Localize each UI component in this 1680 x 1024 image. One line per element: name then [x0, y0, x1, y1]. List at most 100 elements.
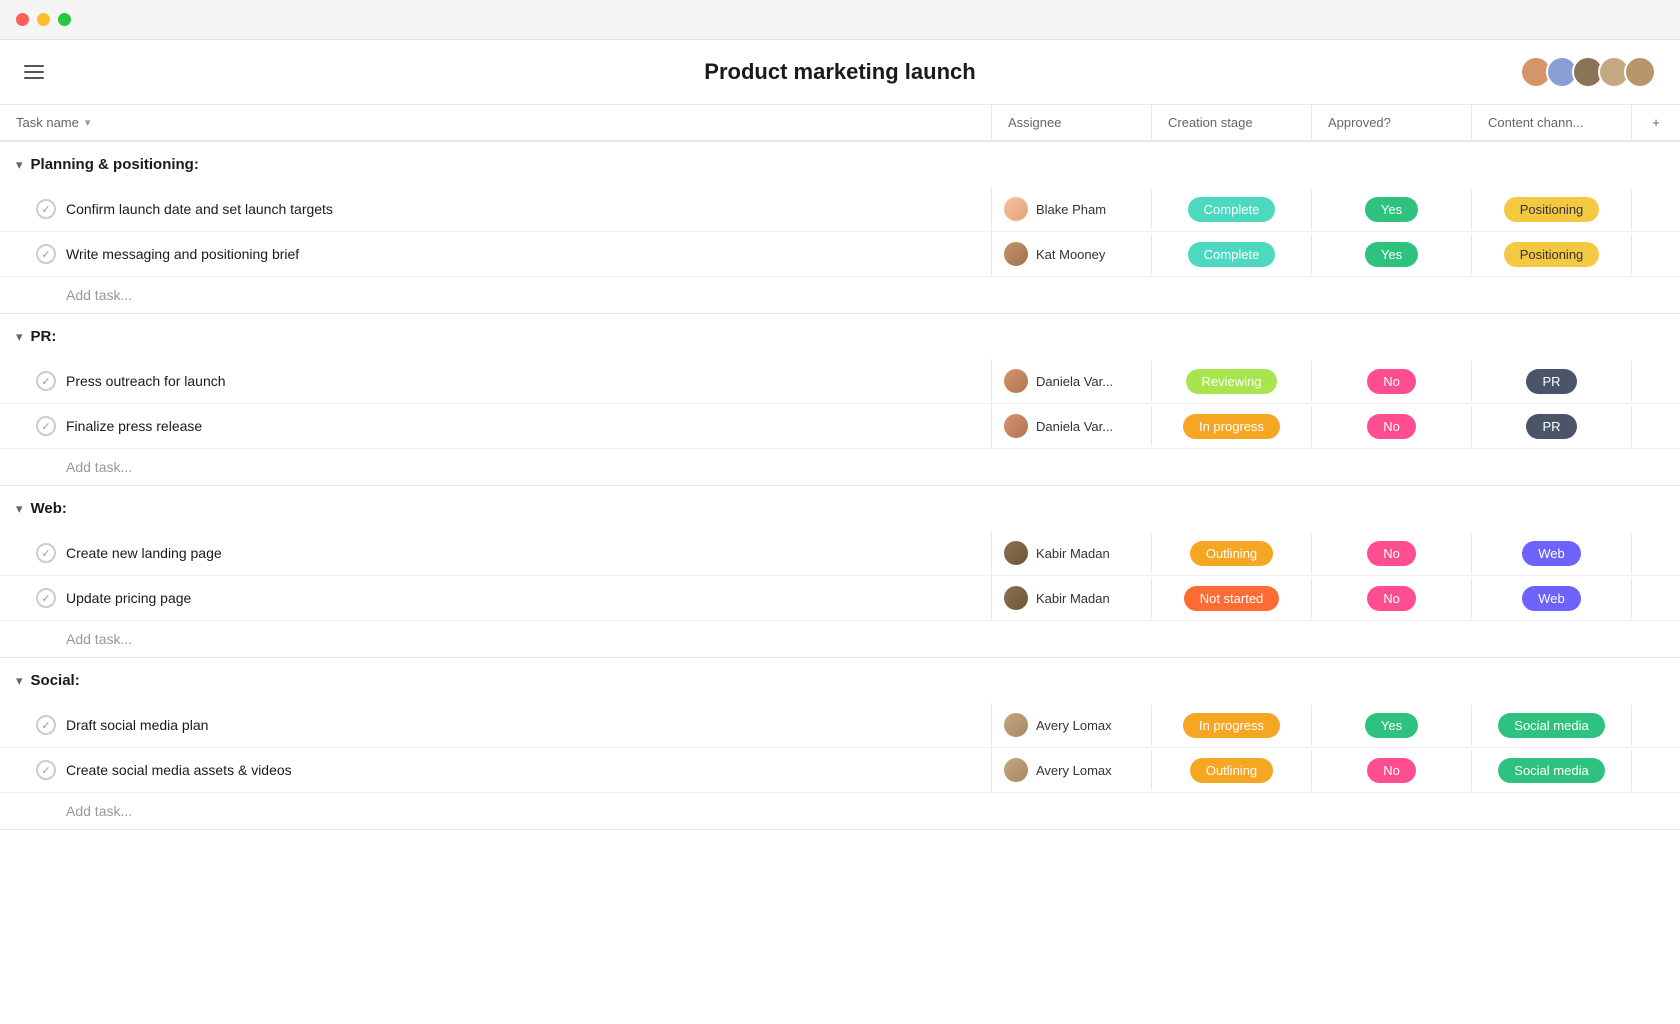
task-actions-cell: [1632, 590, 1680, 606]
content-channel-cell[interactable]: Positioning: [1472, 234, 1632, 275]
content-channel-cell[interactable]: PR: [1472, 406, 1632, 447]
content-channel-badge: Positioning: [1504, 242, 1600, 267]
assignee-name: Blake Pham: [1036, 202, 1106, 217]
task-complete-icon[interactable]: ✓: [36, 416, 56, 436]
section-header-web[interactable]: ▾ Web:: [0, 486, 1680, 531]
creation-stage-cell[interactable]: Reviewing: [1152, 361, 1312, 402]
creation-stage-badge: Not started: [1184, 586, 1280, 611]
task-complete-icon[interactable]: ✓: [36, 588, 56, 608]
assignee-cell[interactable]: Kabir Madan: [992, 578, 1152, 618]
avatar: [1004, 586, 1028, 610]
assignee-name: Daniela Var...: [1036, 419, 1113, 434]
section-title: Web:: [31, 500, 67, 517]
approved-cell[interactable]: No: [1312, 533, 1472, 574]
task-name-text: Confirm launch date and set launch targe…: [66, 201, 333, 217]
avatar-5: [1624, 56, 1656, 88]
section-planning: ▾ Planning & positioning: ✓ Confirm laun…: [0, 142, 1680, 314]
table-header: Task name ▾ Assignee Creation stage Appr…: [0, 105, 1680, 142]
approved-cell[interactable]: No: [1312, 361, 1472, 402]
assignee-name: Kabir Madan: [1036, 546, 1110, 561]
task-complete-icon[interactable]: ✓: [36, 199, 56, 219]
task-name-cell: ✓ Create new landing page: [0, 531, 992, 575]
approved-cell[interactable]: No: [1312, 750, 1472, 791]
creation-stage-cell[interactable]: Outlining: [1152, 750, 1312, 791]
task-name-text: Write messaging and positioning brief: [66, 246, 299, 262]
assignee-cell[interactable]: Avery Lomax: [992, 705, 1152, 745]
creation-stage-badge: In progress: [1183, 414, 1280, 439]
task-name-text: Press outreach for launch: [66, 373, 226, 389]
approved-cell[interactable]: Yes: [1312, 705, 1472, 746]
content-channel-badge: Positioning: [1504, 197, 1600, 222]
table-row: ✓ Update pricing page Kabir Madan Not st…: [0, 576, 1680, 621]
content-channel-cell[interactable]: Web: [1472, 533, 1632, 574]
creation-stage-cell[interactable]: Not started: [1152, 578, 1312, 619]
app: Product marketing launch Task name ▾ Ass…: [0, 40, 1680, 1024]
approved-cell[interactable]: Yes: [1312, 234, 1472, 275]
task-name-text: Update pricing page: [66, 590, 191, 606]
creation-stage-badge: Complete: [1188, 242, 1276, 267]
add-column-button[interactable]: +: [1632, 105, 1680, 140]
add-task-button[interactable]: Add task...: [0, 449, 1680, 485]
titlebar: [0, 0, 1680, 40]
task-actions-cell: [1632, 246, 1680, 262]
menu-button[interactable]: [24, 65, 44, 79]
add-task-button[interactable]: Add task...: [0, 277, 1680, 313]
add-task-button[interactable]: Add task...: [0, 793, 1680, 829]
task-name-text: Create new landing page: [66, 545, 222, 561]
task-name-cell: ✓ Press outreach for launch: [0, 359, 992, 403]
assignee-name: Avery Lomax: [1036, 718, 1112, 733]
creation-stage-badge: Complete: [1188, 197, 1276, 222]
maximize-button[interactable]: [58, 13, 71, 26]
close-button[interactable]: [16, 13, 29, 26]
section-header-social[interactable]: ▾ Social:: [0, 658, 1680, 703]
task-complete-icon[interactable]: ✓: [36, 244, 56, 264]
approved-cell[interactable]: No: [1312, 578, 1472, 619]
task-name-text: Create social media assets & videos: [66, 762, 292, 778]
assignee-name: Kabir Madan: [1036, 591, 1110, 606]
assignee-cell[interactable]: Daniela Var...: [992, 406, 1152, 446]
creation-stage-badge: In progress: [1183, 713, 1280, 738]
task-name-text: Finalize press release: [66, 418, 202, 434]
content-channel-badge: PR: [1526, 414, 1576, 439]
task-complete-icon[interactable]: ✓: [36, 760, 56, 780]
section-pr: ▾ PR: ✓ Press outreach for launch Daniel…: [0, 314, 1680, 486]
content-channel-cell[interactable]: Social media: [1472, 705, 1632, 746]
col-task-name[interactable]: Task name ▾: [0, 105, 992, 140]
approved-badge: No: [1367, 586, 1416, 611]
task-actions-cell: [1632, 373, 1680, 389]
assignee-cell[interactable]: Kat Mooney: [992, 234, 1152, 274]
content-channel-cell[interactable]: Web: [1472, 578, 1632, 619]
assignee-cell[interactable]: Daniela Var...: [992, 361, 1152, 401]
assignee-cell[interactable]: Blake Pham: [992, 189, 1152, 229]
section-web: ▾ Web: ✓ Create new landing page Kabir M…: [0, 486, 1680, 658]
section-header-planning[interactable]: ▾ Planning & positioning:: [0, 142, 1680, 187]
avatar: [1004, 713, 1028, 737]
section-title: Social:: [31, 672, 80, 689]
creation-stage-cell[interactable]: Complete: [1152, 234, 1312, 275]
chevron-down-icon: ▾: [16, 157, 23, 173]
creation-stage-cell[interactable]: Complete: [1152, 189, 1312, 230]
task-name-cell: ✓ Draft social media plan: [0, 703, 992, 747]
avatar: [1004, 369, 1028, 393]
section-header-pr[interactable]: ▾ PR:: [0, 314, 1680, 359]
content-channel-cell[interactable]: Social media: [1472, 750, 1632, 791]
creation-stage-cell[interactable]: In progress: [1152, 406, 1312, 447]
task-complete-icon[interactable]: ✓: [36, 371, 56, 391]
creation-stage-cell[interactable]: In progress: [1152, 705, 1312, 746]
approved-badge: Yes: [1365, 713, 1418, 738]
task-name-cell: ✓ Finalize press release: [0, 404, 992, 448]
assignee-cell[interactable]: Avery Lomax: [992, 750, 1152, 790]
traffic-lights: [16, 13, 71, 26]
sections-container: ▾ Planning & positioning: ✓ Confirm laun…: [0, 142, 1680, 830]
approved-cell[interactable]: No: [1312, 406, 1472, 447]
assignee-cell[interactable]: Kabir Madan: [992, 533, 1152, 573]
content-channel-cell[interactable]: PR: [1472, 361, 1632, 402]
approved-cell[interactable]: Yes: [1312, 189, 1472, 230]
content-channel-cell[interactable]: Positioning: [1472, 189, 1632, 230]
minimize-button[interactable]: [37, 13, 50, 26]
add-task-button[interactable]: Add task...: [0, 621, 1680, 657]
task-complete-icon[interactable]: ✓: [36, 543, 56, 563]
task-complete-icon[interactable]: ✓: [36, 715, 56, 735]
creation-stage-cell[interactable]: Outlining: [1152, 533, 1312, 574]
task-actions-cell: [1632, 201, 1680, 217]
